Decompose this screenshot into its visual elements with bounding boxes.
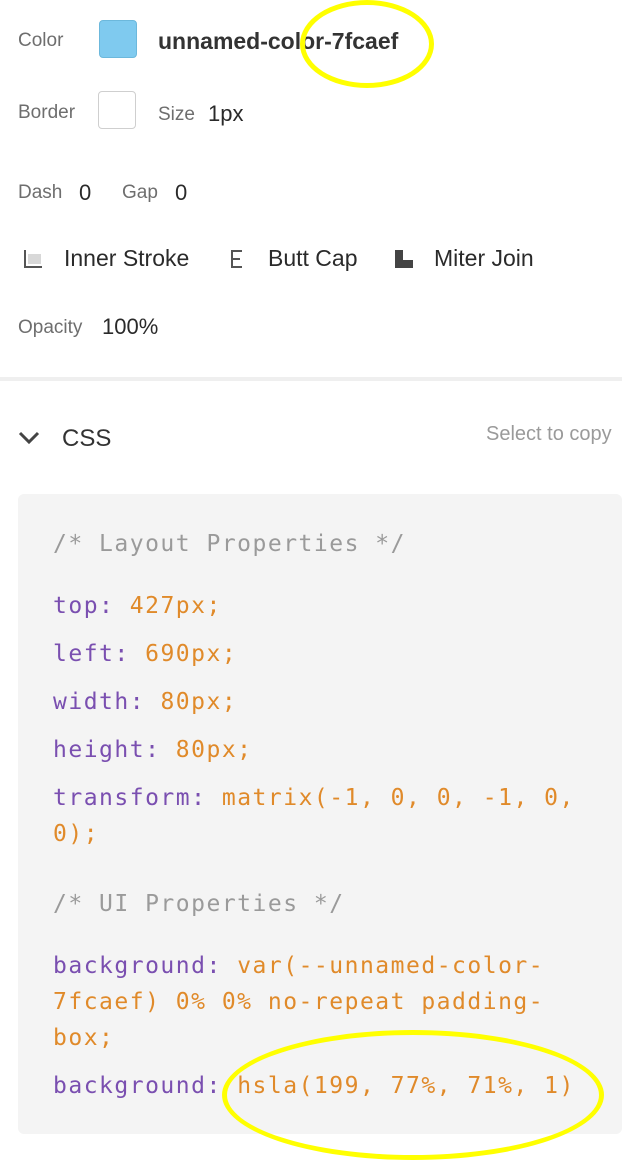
- color-swatch[interactable]: [99, 20, 137, 58]
- color-label: Color: [18, 30, 64, 51]
- code-value: 427px;: [129, 593, 222, 619]
- inner-stroke-icon: [24, 250, 42, 268]
- dash-label: Dash: [18, 182, 63, 203]
- code-line-background-1-end: box;: [53, 1025, 115, 1051]
- code-value: matrix(-1, 0, 0, -1, 0,: [221, 785, 575, 811]
- size-value: 1px: [208, 101, 244, 126]
- code-value: 80px;: [160, 689, 238, 715]
- code-line-background-1-cont: 7fcaef) 0% 0% no-repeat padding-: [53, 989, 545, 1015]
- copy-hint: Select to copy: [486, 423, 612, 445]
- miter-join-icon: [395, 250, 413, 268]
- border-label: Border: [18, 102, 76, 123]
- code-line-width: width: 80px;: [53, 684, 237, 720]
- code-value: hsla(199, 77%, 71%, 1): [237, 1073, 575, 1099]
- stroke-option-miter: Miter Join: [434, 245, 534, 271]
- code-line-transform-cont: 0);: [53, 821, 100, 847]
- chevron-down-icon[interactable]: [18, 430, 40, 446]
- border-swatch[interactable]: [98, 91, 136, 129]
- code-comment-layout: /* Layout Properties */: [53, 531, 406, 557]
- size-label: Size: [158, 104, 195, 125]
- butt-cap-icon: [231, 250, 242, 268]
- code-prop: background:: [53, 953, 222, 979]
- code-value: var(--unnamed-color-: [237, 953, 545, 979]
- opacity-value: 100%: [102, 314, 159, 339]
- code-prop: width:: [53, 689, 146, 715]
- code-value: 690px;: [145, 641, 238, 667]
- stroke-option-inner: Inner Stroke: [64, 245, 190, 271]
- section-divider: [0, 377, 622, 381]
- code-line-background-1: background: var(--unnamed-color-: [53, 948, 544, 984]
- dash-value: 0: [79, 180, 92, 205]
- code-comment-ui: /* UI Properties */: [53, 891, 345, 917]
- code-prop: left:: [53, 641, 130, 667]
- gap-label: Gap: [122, 182, 158, 203]
- code-prop: transform:: [53, 785, 207, 811]
- code-prop: background:: [53, 1073, 222, 1099]
- code-prop: height:: [53, 737, 161, 763]
- code-prop: top:: [53, 593, 115, 619]
- gap-value: 0: [175, 180, 188, 205]
- stroke-option-butt: Butt Cap: [268, 245, 358, 271]
- code-line-transform: transform: matrix(-1, 0, 0, -1, 0,: [53, 780, 575, 816]
- code-line-background-2: background: hsla(199, 77%, 71%, 1): [53, 1068, 575, 1104]
- color-name[interactable]: unnamed-color-7fcaef: [158, 28, 398, 55]
- opacity-label: Opacity: [18, 317, 83, 338]
- code-line-left: left: 690px;: [53, 636, 237, 672]
- css-section-title[interactable]: CSS: [62, 425, 111, 453]
- code-value: 80px;: [175, 737, 253, 763]
- code-line-top: top: 427px;: [53, 588, 222, 624]
- code-line-height: height: 80px;: [53, 732, 253, 768]
